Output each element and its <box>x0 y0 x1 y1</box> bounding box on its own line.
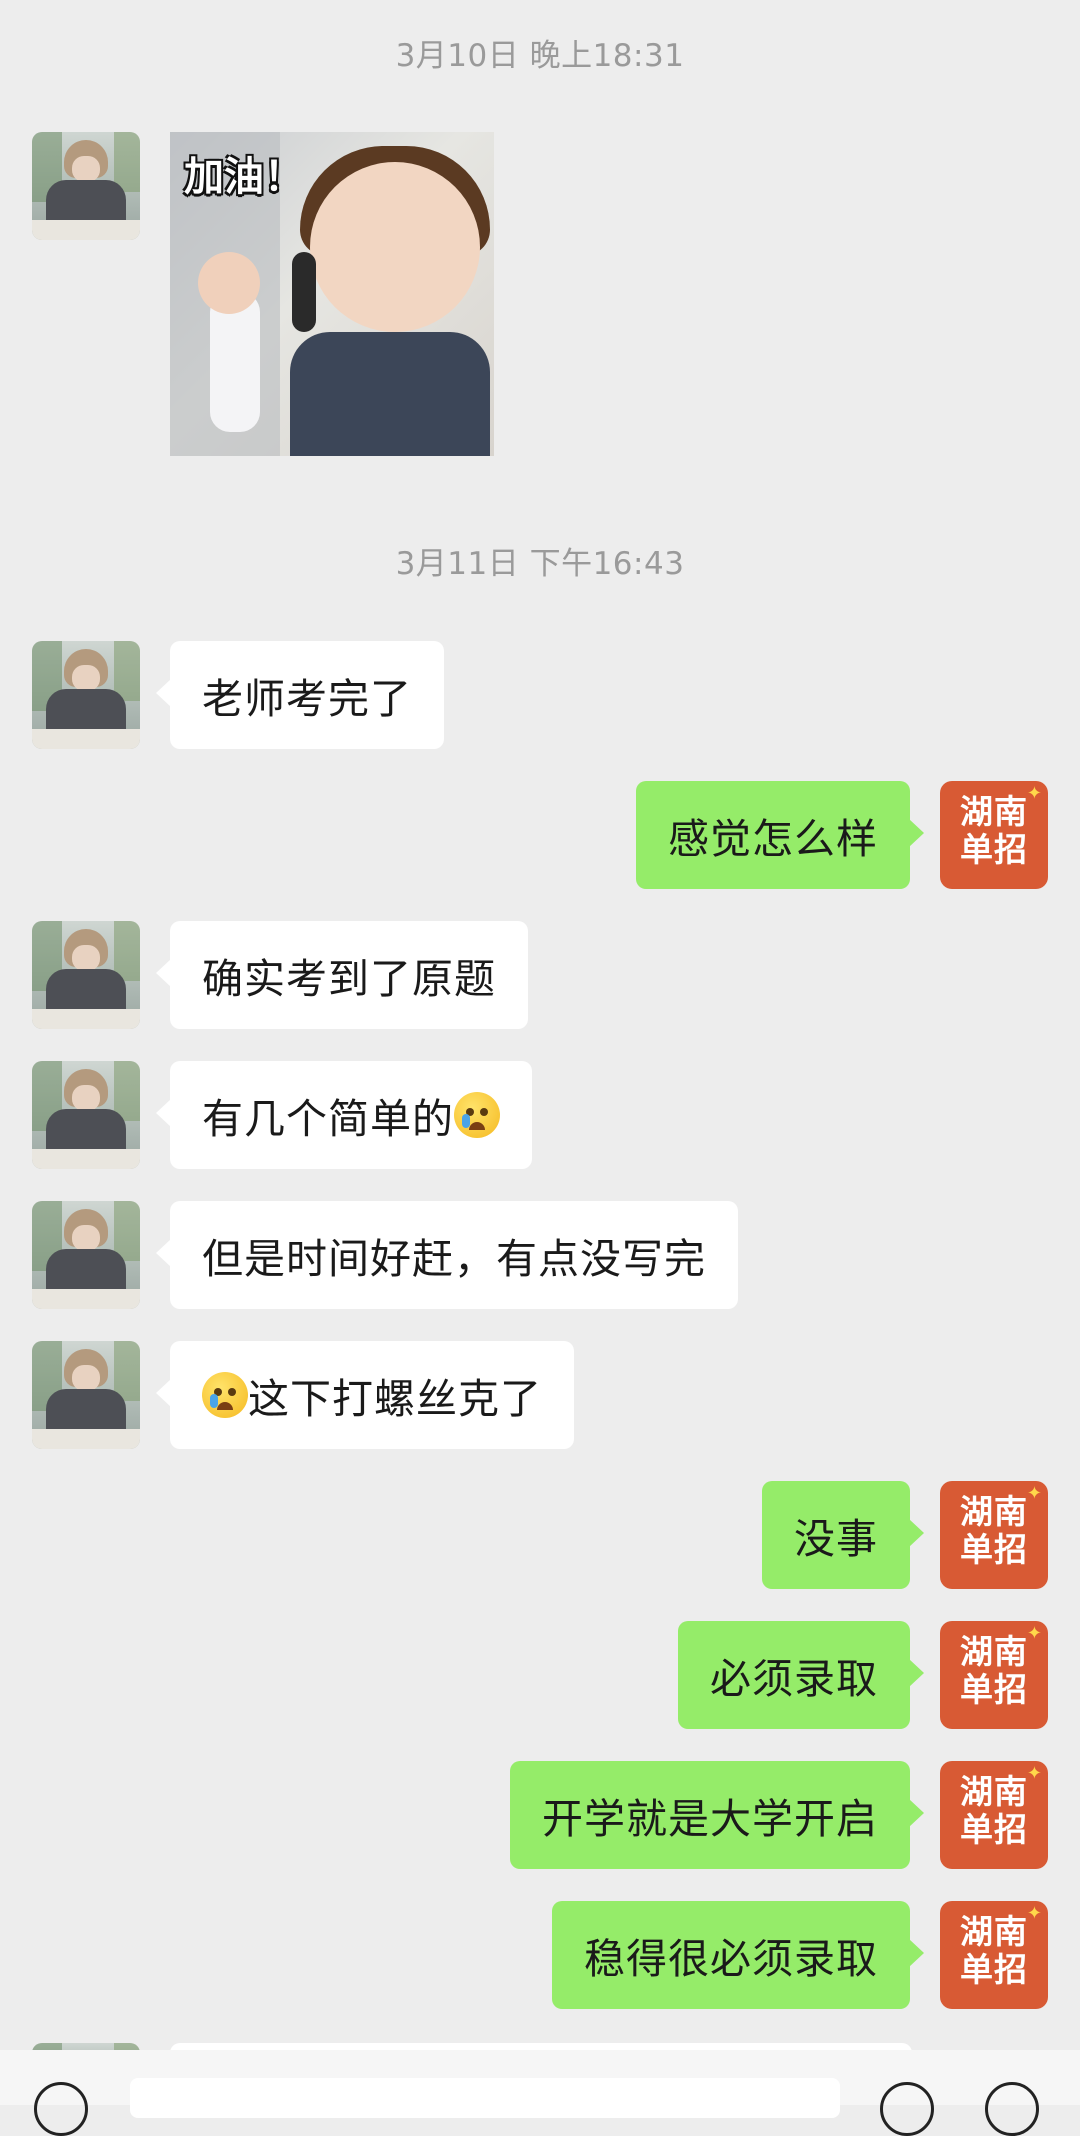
my-avatar[interactable]: ✦ 湖南 单招 <box>940 1901 1048 2009</box>
contact-avatar[interactable] <box>32 132 140 240</box>
message-bubble-sent[interactable]: 必须录取 <box>678 1621 924 1729</box>
message-bubble-sent[interactable]: 开学就是大学开启 <box>510 1761 924 1869</box>
avatar-logo-text: 湖南 单招 <box>960 1492 1028 1569</box>
sticker-caption: 加油！ <box>184 154 304 200</box>
timestamp: 3月11日 下午16:43 <box>395 546 685 582</box>
message-text: 但是时间好赶，有点没写完 <box>202 1235 706 1283</box>
input-bar <box>0 2050 1080 2136</box>
message-text: 稳得很必须录取 <box>584 1935 878 1983</box>
contact-avatar[interactable] <box>32 1061 140 1169</box>
message-text: 开学就是大学开启 <box>542 1795 878 1843</box>
avatar-logo-text: 湖南 单招 <box>960 1912 1028 1989</box>
message-bubble-received[interactable]: 但是时间好赶，有点没写完 <box>156 1201 738 1309</box>
laugh-cry-emoji-icon <box>454 1092 500 1138</box>
message-bubble-sent[interactable]: 稳得很必须录取 <box>552 1901 924 2009</box>
crying-emoji-icon <box>202 1372 248 1418</box>
message-text: 有几个简单的 <box>202 1095 454 1143</box>
message-text: 确实考到了原题 <box>202 955 496 1003</box>
message-bubble-sent[interactable]: 感觉怎么样 <box>636 781 924 889</box>
message-bubble-sent[interactable]: 没事 <box>762 1481 924 1589</box>
contact-avatar[interactable] <box>32 1201 140 1309</box>
plus-icon[interactable] <box>985 2082 1039 2136</box>
voice-icon[interactable] <box>34 2082 88 2136</box>
message-input[interactable] <box>130 2078 840 2118</box>
contact-avatar[interactable] <box>32 921 140 1029</box>
my-avatar[interactable]: ✦ 湖南 单招 <box>940 1761 1048 1869</box>
contact-avatar[interactable] <box>32 641 140 749</box>
my-avatar[interactable]: ✦ 湖南 单招 <box>940 1481 1048 1589</box>
message-text: 没事 <box>794 1515 878 1563</box>
message-bubble-received[interactable]: 老师考完了 <box>156 641 444 749</box>
my-avatar[interactable]: ✦ 湖南 单招 <box>940 781 1048 889</box>
timestamp: 3月10日 晚上18:31 <box>395 38 685 74</box>
avatar-logo-text: 湖南 单招 <box>960 1772 1028 1849</box>
message-text: 必须录取 <box>710 1655 878 1703</box>
message-bubble-received[interactable]: 确实考到了原题 <box>156 921 528 1029</box>
emoji-icon[interactable] <box>880 2082 934 2136</box>
avatar-logo-text: 湖南 单招 <box>960 1632 1028 1709</box>
message-text: 这下打螺丝克了 <box>248 1375 542 1423</box>
sticker-image[interactable]: 加油！ <box>170 132 494 456</box>
message-bubble-received[interactable]: 有几个简单的 <box>156 1061 532 1169</box>
message-text: 感觉怎么样 <box>668 815 878 863</box>
message-text: 老师考完了 <box>202 675 412 723</box>
contact-avatar[interactable] <box>32 1341 140 1449</box>
my-avatar[interactable]: ✦ 湖南 单招 <box>940 1621 1048 1729</box>
avatar-logo-text: 湖南 单招 <box>960 792 1028 869</box>
message-bubble-received[interactable]: 这下打螺丝克了 <box>156 1341 574 1449</box>
